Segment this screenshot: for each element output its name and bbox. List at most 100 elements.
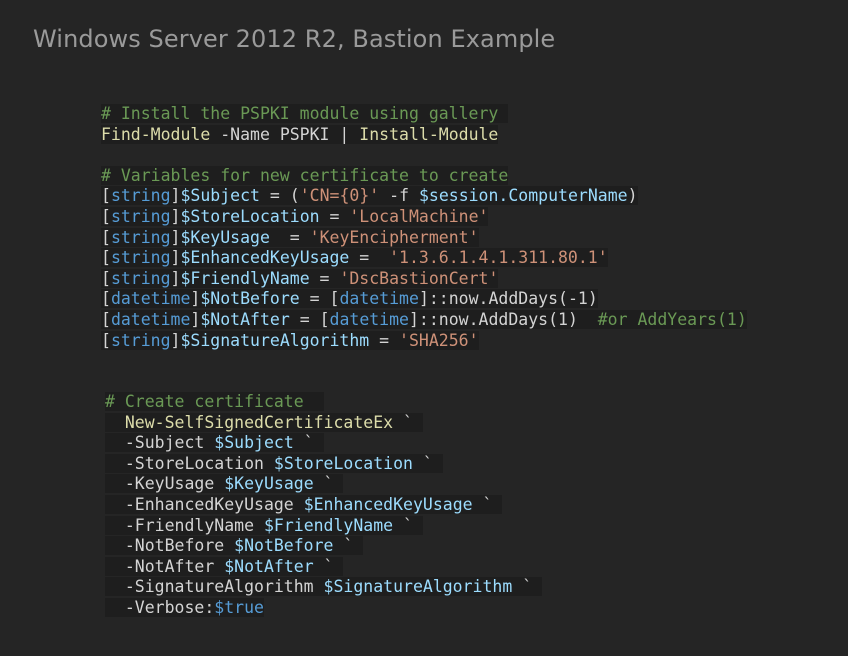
code-line-text: -FriendlyName $FriendlyName ` (105, 515, 423, 535)
code-line-text: -NotAfter $NotAfter ` (105, 556, 344, 576)
code-line: [string]$Subject = ('CN={0}' -f $session… (101, 186, 747, 207)
code-token-plain: -EnhancedKeyUsage (105, 494, 304, 514)
code-token-var: $StoreLocation (273, 453, 413, 473)
code-line-text: [datetime]$NotAfter = [datetime]::now.Ad… (101, 309, 747, 329)
code-token-keyword: Find-Module (101, 124, 211, 144)
code-token-var: $SignatureAlgorithm (323, 577, 513, 597)
code-token-plain: -FriendlyName (105, 515, 264, 535)
code-token-type: string (110, 227, 171, 247)
code-line-text: -KeyUsage $KeyUsage ` (105, 474, 344, 494)
code-line-text: [string]$KeyUsage = 'KeyEncipherment' (101, 227, 479, 247)
code-token-type: string (110, 186, 171, 206)
code-line-text: Find-Module -Name PSPKI | Install-Module (101, 124, 499, 144)
code-block-install-and-variables: # Install the PSPKI module using gallery… (101, 104, 747, 351)
code-token-keyword: Install-Module (359, 124, 499, 144)
code-line-text: [datetime]$NotBefore = [datetime]::now.A… (101, 289, 598, 309)
code-token-plain: -Subject (105, 433, 215, 453)
code-token-var: $NotAfter (200, 309, 290, 329)
code-token-plain: -SignatureAlgorithm (105, 577, 324, 597)
code-line: -NotAfter $NotAfter ` (105, 556, 542, 578)
code-token-punct: [ (101, 330, 111, 350)
code-token-punct: ] (170, 186, 181, 206)
code-line-text: # Create certificate (105, 392, 324, 411)
code-token-var: $Subject (214, 433, 294, 453)
code-token-punct: [ (101, 309, 111, 329)
code-token-plain: ` (393, 412, 423, 432)
code-line-text: [string]$StoreLocation = 'LocalMachine' (101, 206, 489, 226)
code-token-type: string (110, 330, 171, 350)
code-token-var: $FriendlyName (180, 268, 310, 288)
code-line-text: -EnhancedKeyUsage $EnhancedKeyUsage ` (105, 494, 503, 514)
code-token-plain: -Name PSPKI | (210, 124, 360, 144)
code-line-text: [string]$SignatureAlgorithm = 'SHA256' (101, 330, 479, 350)
code-line: New-SelfSignedCertificateEx ` (105, 412, 542, 434)
code-token-var: $Subject (180, 186, 260, 206)
code-token-punct: ] (170, 206, 181, 226)
code-line: -SignatureAlgorithm $SignatureAlgorithm … (105, 577, 543, 598)
code-token-punct: ] (170, 268, 181, 288)
code-token-plain: = (369, 330, 400, 350)
code-token-string: 'SHA256' (399, 330, 479, 350)
code-token-type: datetime (339, 289, 419, 309)
code-token-punct: ] (170, 227, 181, 247)
code-token-plain: ` (412, 453, 443, 473)
code-line-text: -NotBefore $NotBefore ` (105, 536, 364, 556)
code-line (101, 145, 747, 166)
code-token-punct: ] (190, 289, 201, 309)
code-token-plain: = ( (259, 186, 300, 206)
code-token-type: string (110, 268, 171, 288)
code-line: [string]$StoreLocation = 'LocalMachine' (101, 206, 747, 228)
code-token-var: $SignatureAlgorithm (180, 330, 370, 350)
code-line-text: [string]$Subject = ('CN={0}' -f $session… (101, 186, 638, 206)
code-token-plain: ) (627, 186, 638, 206)
code-line: # Install the PSPKI module using gallery (101, 104, 747, 125)
code-token-punct: ] (170, 330, 181, 350)
code-line: -KeyUsage $KeyUsage ` (105, 474, 542, 495)
code-token-punct: [ (101, 248, 111, 268)
code-token-plain: -NotBefore (105, 536, 235, 556)
code-token-punct: [ (101, 268, 111, 288)
code-token-punct: [ (101, 227, 111, 247)
code-token-plain: ` (333, 536, 364, 556)
code-token-var: $session.ComputerName (418, 186, 628, 206)
code-token-var: $FriendlyName (263, 515, 394, 535)
code-token-plain: ` (293, 433, 324, 453)
code-line-text: [string]$FriendlyName = 'DscBastionCert' (101, 268, 499, 288)
code-line: -EnhancedKeyUsage $EnhancedKeyUsage ` (105, 494, 542, 516)
code-line: # Variables for new certificate to creat… (101, 165, 747, 187)
code-token-punct: [ (101, 289, 111, 309)
code-token-punct: [ (101, 206, 111, 226)
code-token-string: 'KeyEncipherment' (309, 227, 479, 247)
code-token-comment: # Install the PSPKI module using gallery (101, 104, 509, 123)
code-line-text: -StoreLocation $StoreLocation ` (105, 453, 443, 473)
code-line: -FriendlyName $FriendlyName ` (105, 515, 542, 537)
code-token-var: $EnhancedKeyUsage (303, 494, 473, 514)
code-token-punct: ] (170, 248, 181, 268)
code-token-plain: ` (472, 494, 503, 514)
code-block-create-certificate: # Create certificate New-SelfSignedCerti… (105, 392, 543, 619)
code-token-type: string (110, 248, 171, 268)
code-line: Find-Module -Name PSPKI | Install-Module (101, 124, 747, 146)
code-token-keyword: New-SelfSignedCertificateEx (124, 412, 394, 432)
code-token-plain: ]::now.AddDays(1) (409, 309, 598, 329)
code-token-type: datetime (110, 309, 191, 329)
code-line: [string]$EnhancedKeyUsage = '1.3.6.1.4.1… (101, 248, 747, 269)
code-token-string: 'CN={0}' (299, 186, 380, 206)
code-token-string: 'DscBastionCert' (339, 268, 499, 288)
code-token-plain: = (309, 268, 340, 288)
code-token-plain: ]::now.AddDays(-1) (418, 289, 598, 309)
code-token-var: $NotBefore (200, 289, 300, 309)
code-line-text: -SignatureAlgorithm $SignatureAlgorithm … (105, 577, 543, 597)
slide-title: Windows Server 2012 R2, Bastion Example (33, 25, 556, 53)
code-line: [datetime]$NotBefore = [datetime]::now.A… (101, 289, 747, 310)
code-token-plain: = [ (299, 289, 340, 309)
code-line-text: [string]$EnhancedKeyUsage = '1.3.6.1.4.1… (101, 248, 608, 268)
code-token-plain: -StoreLocation (105, 453, 274, 473)
code-token-plain: ` (313, 556, 344, 576)
code-token-comment: # Create certificate (105, 392, 324, 411)
code-token-plain: = (349, 248, 390, 268)
code-line: -StoreLocation $StoreLocation ` (105, 453, 542, 475)
code-token-string: '1.3.6.1.4.1.311.80.1' (389, 248, 608, 268)
code-token-type: string (110, 206, 171, 226)
